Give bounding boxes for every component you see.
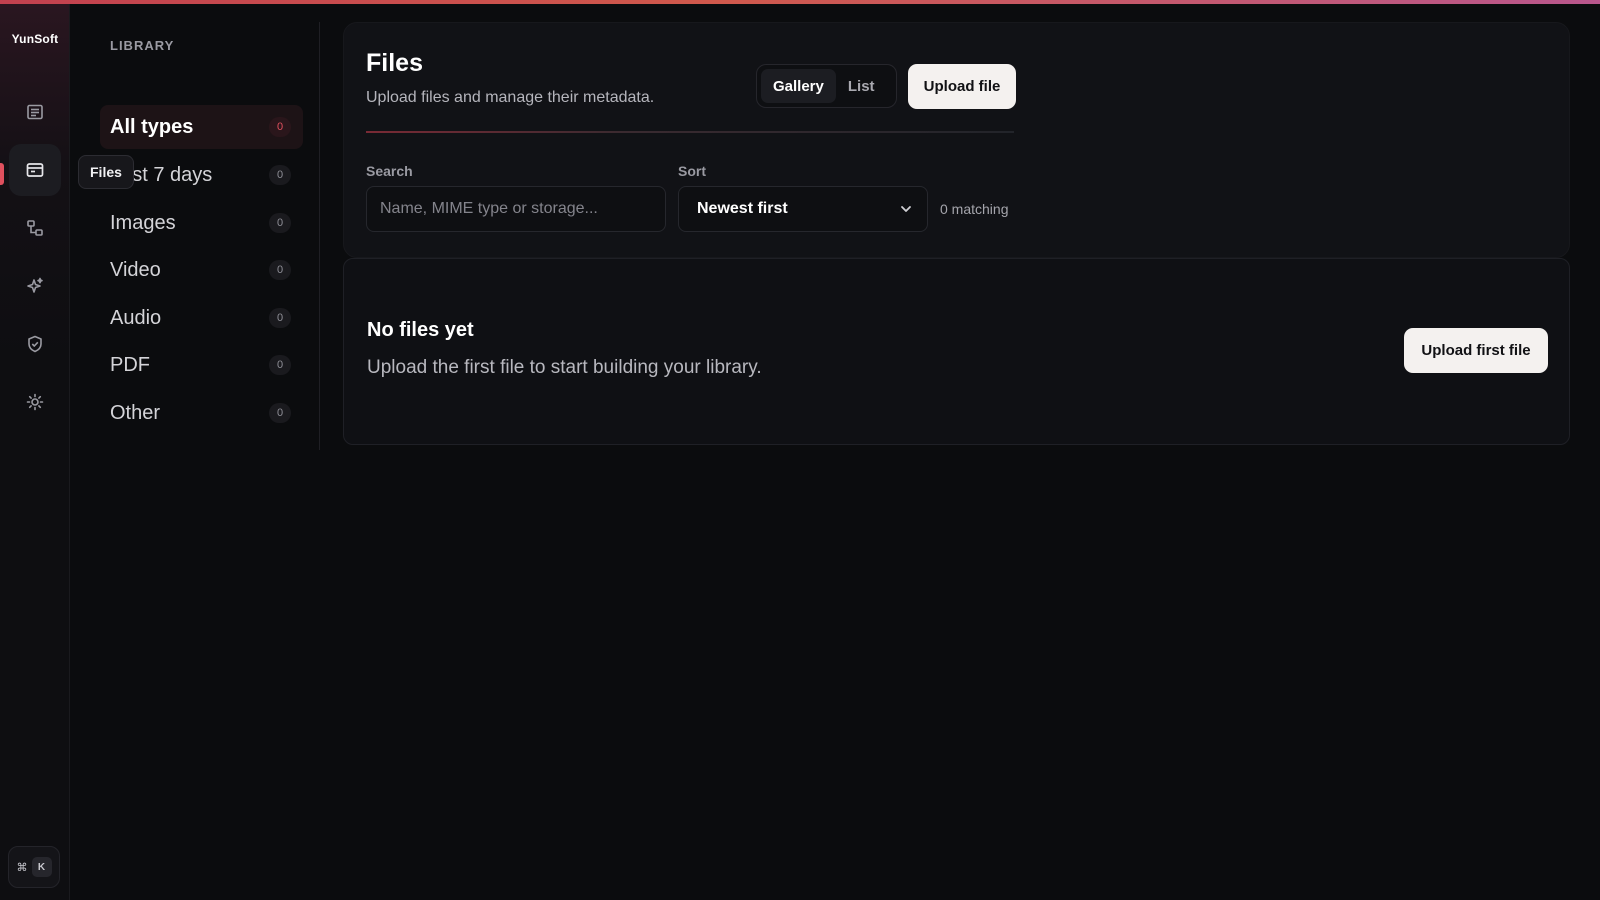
sidebar-divider [319,22,320,450]
library-item-label: Other [110,401,161,424]
library-item-other[interactable]: Other 0 [100,391,303,435]
library-item-audio[interactable]: Audio 0 [100,296,303,340]
rail-item-workflows[interactable] [9,202,61,254]
icon-rail: YunSoft ⌘ K [0,4,70,900]
empty-state-card: No files yet Upload the first file to st… [343,258,1570,445]
library-item-label: PDF [110,353,150,376]
empty-state-description: Upload the first file to start building … [367,357,762,378]
library-item-count: 0 [269,213,291,233]
library-item-count: 0 [269,355,291,375]
library-item-count: 0 [269,403,291,423]
flow-icon [27,220,43,236]
header-divider [366,131,1014,133]
library-item-count: 0 [269,165,291,185]
chevron-down-icon [901,206,911,212]
upload-first-file-button[interactable]: Upload first file [1404,328,1548,373]
rail-item-files[interactable] [9,144,61,196]
page-title: Files [366,49,423,77]
library-item-label: Video [110,258,161,281]
library-item-label: All types [110,115,194,138]
command-palette-shortcut[interactable]: ⌘ K [8,846,60,888]
sort-selected-value: Newest first [697,200,788,217]
page-subtitle: Upload files and manage their metadata. [366,89,655,106]
rail-tooltip: Files [78,155,134,189]
list-icon [27,104,43,120]
files-header-card: Files Upload files and manage their meta… [343,22,1570,258]
library-sidebar: LIBRARY All types 0 Last 7 days 0 Images… [70,4,320,900]
matching-count: 0 matching [940,201,1009,217]
rail-item-overview[interactable] [9,86,61,138]
library-item-pdf[interactable]: PDF 0 [100,343,303,387]
view-toggle: Gallery List [756,64,897,108]
library-item-label: Images [110,211,176,234]
library-title: LIBRARY [110,38,175,53]
sort-label: Sort [678,163,706,179]
command-key-symbol: ⌘ [16,861,28,874]
shield-icon [28,335,42,353]
library-item-count: 0 [269,117,291,137]
search-input[interactable] [366,186,666,232]
library-item-count: 0 [269,308,291,328]
rail-item-settings[interactable] [9,376,61,428]
library-item-video[interactable]: Video 0 [100,248,303,292]
sort-select[interactable]: Newest first [678,186,928,232]
view-list-button[interactable]: List [836,69,887,103]
folder-icon [26,163,44,177]
library-item-label: Audio [110,306,162,329]
brand-logo[interactable]: YunSoft [0,32,70,46]
gear-icon [26,393,44,411]
rail-item-ai[interactable] [9,260,61,312]
upload-file-button[interactable]: Upload file [908,64,1016,109]
shortcut-key: K [31,857,52,877]
rail-item-security[interactable] [9,318,61,370]
library-item-images[interactable]: Images 0 [100,201,303,245]
empty-state-title: No files yet [367,319,474,341]
library-item-count: 0 [269,260,291,280]
sparkle-icon [27,277,43,293]
view-gallery-button[interactable]: Gallery [761,69,836,103]
rail-active-indicator [0,163,4,185]
library-item-all-types[interactable]: All types 0 [100,105,303,149]
search-label: Search [366,163,413,179]
